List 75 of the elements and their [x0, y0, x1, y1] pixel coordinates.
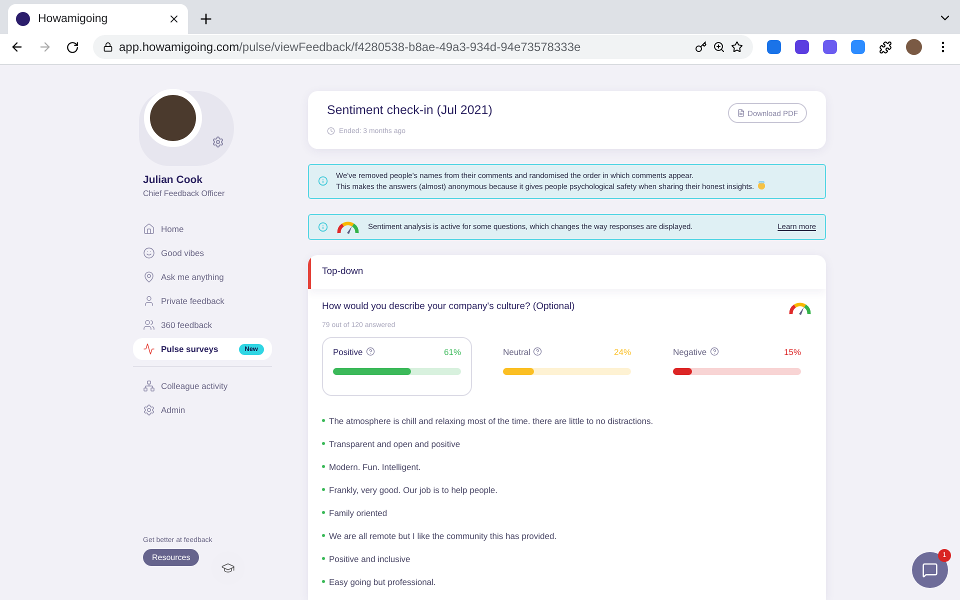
- comment-text: Transparent and open and positive: [329, 438, 460, 448]
- nav-item[interactable]: Ask me anything: [133, 266, 272, 288]
- nav-item[interactable]: Home: [133, 218, 272, 240]
- comment-text: Frankly, very good. Our job is to help people.: [329, 484, 498, 494]
- help-icon: [710, 347, 719, 356]
- sentiment-label: Positive: [333, 346, 363, 356]
- nav-item[interactable]: Good vibes: [133, 242, 272, 264]
- bullet-icon: [322, 442, 325, 445]
- info-icon: [318, 222, 328, 232]
- address-bar[interactable]: app.howamigoing.com/pulse/viewFeedback/f4280538-b8ae-49a3-934d-94e73578333e: [93, 35, 753, 59]
- user-role: Chief Feedback Officer: [142, 189, 226, 198]
- comment-text: Family oriented: [329, 508, 388, 518]
- browser-tab[interactable]: Howamigoing: [8, 4, 188, 34]
- angel-emoji-icon: [757, 181, 766, 190]
- sentiment-percent: 61%: [444, 346, 461, 356]
- nav-icon: [143, 271, 155, 283]
- document-icon: [736, 109, 745, 117]
- nav-icon: [143, 247, 155, 259]
- comment-text: We are all remote but I like the community this has provided.: [329, 530, 557, 540]
- nav-item[interactable]: Colleague activity: [133, 375, 272, 397]
- bullet-icon: [322, 465, 325, 468]
- lock-icon: [103, 42, 113, 52]
- bullet-icon: [322, 511, 325, 514]
- user-name: Julian Cook: [142, 174, 204, 186]
- sentiment-filter[interactable]: Positive 61%: [322, 336, 472, 396]
- new-tab-icon[interactable]: [198, 11, 214, 27]
- nav-icon: [143, 404, 155, 416]
- help-icon: [533, 347, 542, 356]
- bullet-icon: [322, 488, 325, 491]
- favicon: [16, 12, 30, 26]
- close-icon[interactable]: [168, 13, 180, 25]
- profile-avatar[interactable]: [906, 39, 922, 55]
- nav-item[interactable]: Private feedback: [133, 290, 272, 312]
- question-text: How would you describe your company's culture? (Optional): [322, 300, 575, 314]
- zoom-icon[interactable]: [713, 41, 725, 53]
- sentiment-percent: 24%: [614, 346, 631, 356]
- nav-icon: [143, 223, 155, 235]
- sentiment-percent: 15%: [784, 346, 801, 356]
- key-icon[interactable]: [695, 41, 707, 53]
- extensions-icon[interactable]: [879, 40, 892, 54]
- extension-icon[interactable]: [767, 40, 781, 54]
- nav-item[interactable]: 360 feedback: [133, 314, 272, 336]
- settings-icon[interactable]: [212, 136, 224, 148]
- help-icon: [366, 347, 375, 356]
- nav-icon: [143, 380, 155, 392]
- bullet-icon: [322, 557, 325, 560]
- sentiment-label: Negative: [673, 346, 707, 356]
- clock-icon: [327, 127, 335, 135]
- bullet-icon: [322, 534, 325, 537]
- comment-text: The atmosphere is chill and relaxing most of the time. there are little to no distractions.: [329, 416, 654, 426]
- comment-text: Modern. Fun. Intelligent.: [329, 462, 421, 472]
- gauge-icon: [336, 220, 360, 234]
- chat-icon: [922, 562, 938, 578]
- nav-icon: [143, 319, 155, 331]
- sentiment-filter[interactable]: Negative 15%: [662, 336, 812, 396]
- info-icon: [318, 176, 328, 186]
- pulse-icon: [143, 343, 155, 355]
- extension-icon[interactable]: [795, 40, 809, 54]
- bullet-icon: [322, 419, 325, 422]
- bullet-icon: [322, 580, 325, 583]
- gauge-icon: [788, 300, 812, 314]
- reload-icon[interactable]: [66, 40, 79, 54]
- sentiment-filter[interactable]: Neutral 24%: [492, 336, 642, 396]
- comment-text: Easy going but professional.: [329, 576, 436, 586]
- extension-icon[interactable]: [823, 40, 837, 54]
- sentiment-label: Neutral: [503, 346, 530, 356]
- back-icon[interactable]: [10, 40, 24, 54]
- comment-text: Positive and inclusive: [329, 554, 410, 564]
- survey-title: Sentiment check-in (Jul 2021): [327, 103, 492, 117]
- nav-item[interactable]: Admin: [133, 399, 272, 421]
- nav-icon: [143, 295, 155, 307]
- resources-button[interactable]: Resources: [143, 549, 200, 566]
- extension-icon[interactable]: [851, 40, 865, 54]
- star-icon[interactable]: [731, 41, 743, 53]
- section-title: Top-down: [308, 254, 826, 288]
